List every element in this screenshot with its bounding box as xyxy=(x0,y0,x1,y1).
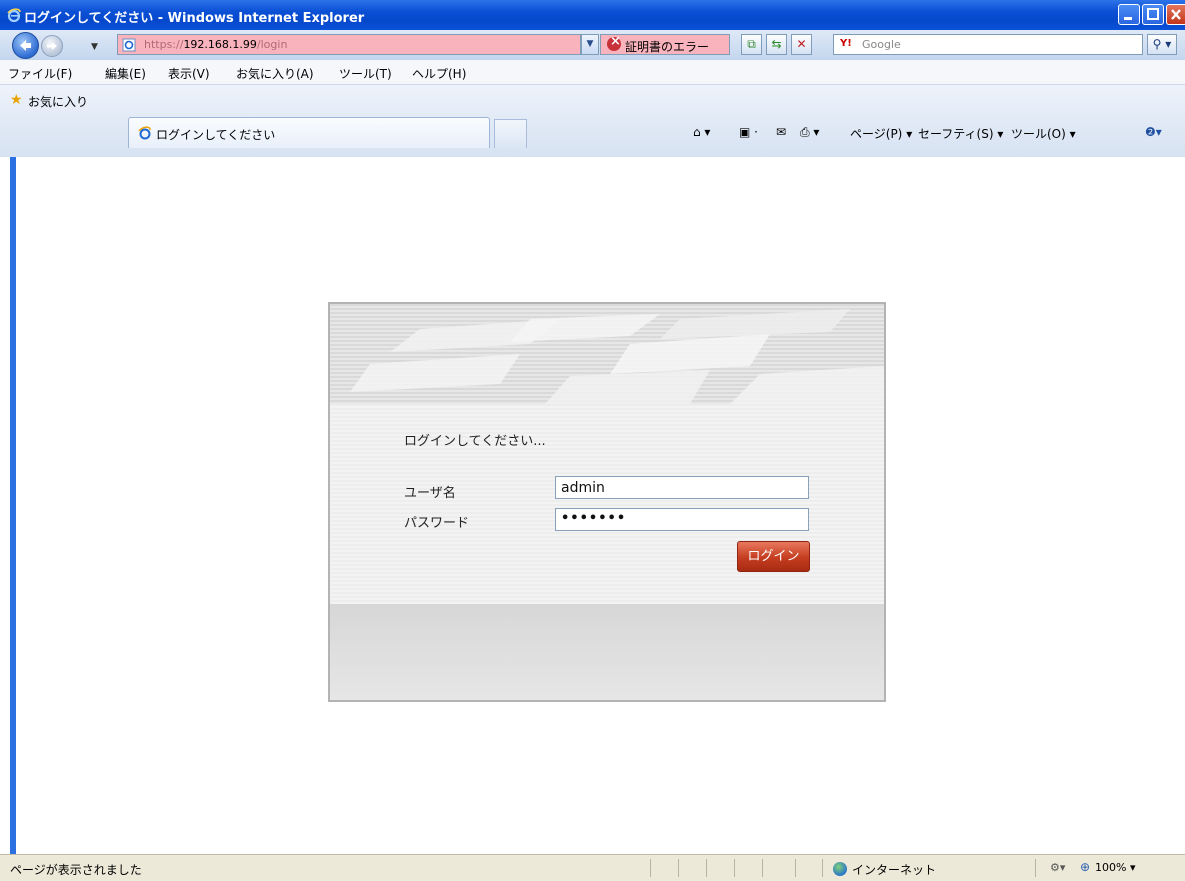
favorites-star-icon[interactable]: ★ xyxy=(10,92,23,108)
maximize-button[interactable] xyxy=(1142,4,1164,25)
menu-bar: ファイル(F) 編集(E) 表示(V) お気に入り(A) ツール(T) ヘルプ(… xyxy=(0,60,1185,85)
feeds-icon[interactable]: ▣ · xyxy=(739,125,758,139)
login-prompt: ログインしてください... xyxy=(404,434,546,449)
print-icon[interactable]: ⎙ ▾ xyxy=(800,125,819,140)
map-decoration xyxy=(350,309,884,404)
refresh-button[interactable]: ⇆ xyxy=(766,34,787,55)
favorites-bar: ★ お気に入り ログインしてください ⌂ ▾ ▣ · ✉ ⎙ ▾ ページ(P) … xyxy=(0,85,1185,157)
login-panel: ログインしてください... ユーザ名 パスワード ••••••• ログイン xyxy=(328,302,886,702)
status-bar: ページが表示されました インターネット ⚙▾ ⊕ 100% ▾ xyxy=(0,854,1185,881)
minimize-icon xyxy=(1124,17,1132,20)
refresh-icon: ⇆ xyxy=(771,37,782,51)
home-icon[interactable]: ⌂ ▾ xyxy=(693,125,710,139)
new-tab-button[interactable] xyxy=(494,119,527,148)
status-divider xyxy=(822,859,823,877)
favorites-button[interactable]: お気に入り xyxy=(28,93,88,110)
back-button[interactable] xyxy=(12,32,39,59)
password-label: パスワード xyxy=(404,516,470,531)
protected-mode-icon[interactable]: ⚙▾ xyxy=(1050,861,1065,874)
search-button[interactable]: ⚲ ▾ xyxy=(1147,34,1177,55)
title-bar: ログインしてください - Windows Internet Explorer xyxy=(0,0,1185,30)
search-placeholder: Google xyxy=(862,38,901,51)
close-icon xyxy=(1171,9,1181,20)
status-divider xyxy=(706,859,707,877)
ie-tab-icon xyxy=(138,126,151,140)
zoom-level[interactable]: 100% ▾ xyxy=(1095,861,1135,874)
recent-pages-dropdown-icon[interactable]: ▼ xyxy=(91,42,98,52)
menu-edit[interactable]: 編集(E) xyxy=(105,65,146,82)
forward-arrow-icon xyxy=(47,42,57,50)
panel-footer xyxy=(330,604,884,700)
tools-menu-button[interactable]: ツール(O) ▾ xyxy=(1011,125,1076,142)
maximize-icon xyxy=(1147,8,1159,20)
compatibility-icon: ⧉ xyxy=(747,37,756,51)
internet-zone-icon xyxy=(833,862,847,876)
username-label: ユーザ名 xyxy=(404,486,456,501)
certificate-error-button[interactable]: 証明書のエラー xyxy=(600,34,730,55)
navigation-bar: ▼ https://192.168.1.99/login ▼ 証明書のエラー ⧉… xyxy=(0,30,1185,60)
window-title: ログインしてください - Windows Internet Explorer xyxy=(24,11,365,26)
stop-button[interactable]: ✕ xyxy=(791,34,812,55)
back-arrow-icon xyxy=(20,40,31,51)
header-graphic xyxy=(330,304,884,404)
minimize-button[interactable] xyxy=(1118,4,1140,25)
username-input[interactable] xyxy=(555,476,809,499)
address-dropdown-button[interactable]: ▼ xyxy=(581,34,599,55)
search-box[interactable]: Y! Google xyxy=(833,34,1143,55)
status-divider xyxy=(1035,859,1036,877)
address-bar[interactable]: https://192.168.1.99/login xyxy=(117,34,581,55)
page-icon xyxy=(122,38,136,52)
status-divider xyxy=(795,859,796,877)
zoom-icon[interactable]: ⊕ xyxy=(1080,860,1090,874)
help-icon[interactable]: ❷▾ xyxy=(1145,125,1162,139)
menu-file[interactable]: ファイル(F) xyxy=(8,65,72,82)
search-provider-icon: Y! xyxy=(840,38,852,49)
menu-tools[interactable]: ツール(T) xyxy=(339,65,392,82)
tab-login[interactable]: ログインしてください xyxy=(128,117,490,148)
menu-view[interactable]: 表示(V) xyxy=(168,65,210,82)
tab-title: ログインしてください xyxy=(156,128,276,142)
login-button[interactable]: ログイン xyxy=(737,541,810,572)
close-button[interactable] xyxy=(1166,4,1185,25)
status-divider xyxy=(762,859,763,877)
status-divider xyxy=(734,859,735,877)
read-mail-icon[interactable]: ✉ xyxy=(776,125,786,139)
compatibility-view-button[interactable]: ⧉ xyxy=(741,34,762,55)
status-divider xyxy=(650,859,651,877)
security-zone-label: インターネット xyxy=(852,863,937,877)
status-divider xyxy=(678,859,679,877)
forward-button[interactable] xyxy=(41,35,63,57)
status-message: ページが表示されました xyxy=(10,863,142,877)
password-input[interactable]: ••••••• xyxy=(555,508,809,531)
safety-menu-button[interactable]: セーフティ(S) ▾ xyxy=(918,125,1003,142)
search-icon: ⚲ ▾ xyxy=(1152,37,1172,51)
page-menu-button[interactable]: ページ(P) ▾ xyxy=(850,125,912,142)
certificate-error-label: 証明書のエラー xyxy=(625,40,710,54)
menu-favorites[interactable]: お気に入り(A) xyxy=(236,65,314,82)
menu-help[interactable]: ヘルプ(H) xyxy=(412,65,466,82)
address-url: https://192.168.1.99/login xyxy=(144,38,288,51)
stop-icon: ✕ xyxy=(796,37,807,51)
ie-logo-icon xyxy=(7,8,21,23)
certificate-error-icon xyxy=(607,34,621,51)
